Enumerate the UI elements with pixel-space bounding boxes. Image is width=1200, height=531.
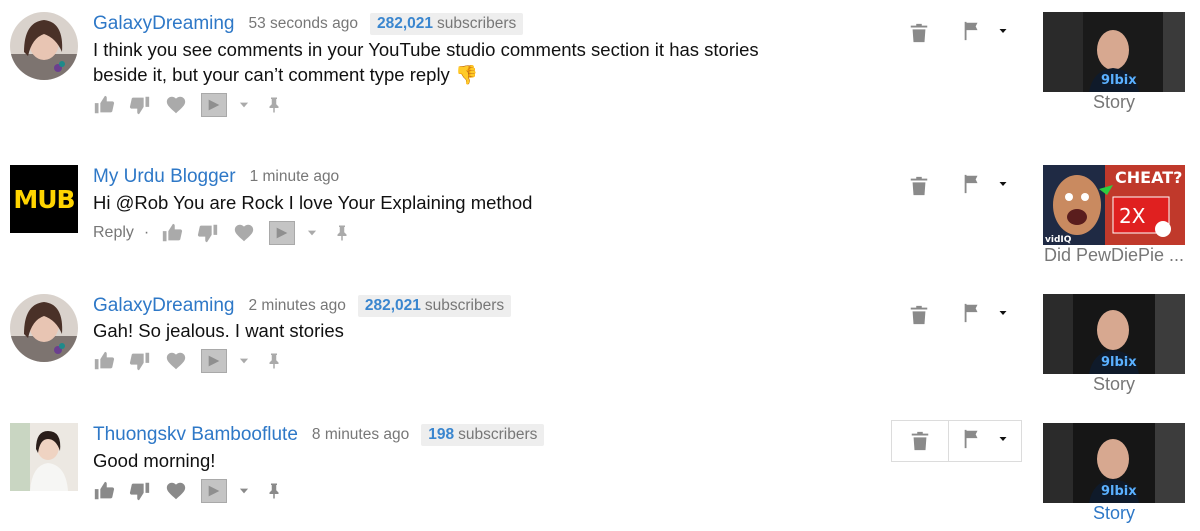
- subscriber-label: subscribers: [458, 426, 538, 443]
- comment-time[interactable]: 1 minute ago: [250, 168, 340, 186]
- flag-menu[interactable]: [947, 12, 1022, 54]
- pin-icon[interactable]: [265, 481, 283, 501]
- subscriber-badge: 282,021 subscribers: [357, 295, 512, 317]
- caret-down-icon[interactable]: [997, 24, 1009, 42]
- heart-icon[interactable]: [165, 350, 187, 372]
- comment-text: Good morning!: [93, 450, 216, 471]
- pin-icon[interactable]: [265, 351, 283, 371]
- subscriber-count: 282,021: [364, 297, 421, 314]
- comment-header: GalaxyDreaming 53 seconds ago 282,021 su…: [93, 12, 524, 36]
- moderation-tools: [891, 12, 1022, 54]
- separator-dot: ·: [143, 224, 150, 241]
- svg-text:9lbix: 9lbix: [1101, 355, 1137, 370]
- comment-actions: [93, 478, 297, 504]
- video-title[interactable]: Story: [1043, 92, 1185, 113]
- flag-menu[interactable]: [947, 294, 1022, 336]
- reply-link[interactable]: Reply: [93, 224, 134, 242]
- comment-item: MUB My Urdu Blogger 1 minute ago Hi @Rob…: [0, 165, 1200, 270]
- flag-menu[interactable]: [947, 165, 1022, 207]
- caret-down-icon[interactable]: [305, 226, 319, 240]
- caret-down-icon[interactable]: [997, 177, 1009, 195]
- svg-text:2X: 2X: [1119, 204, 1146, 228]
- comment-actions: [93, 92, 297, 118]
- comment-header: GalaxyDreaming 2 minutes ago 282,021 sub…: [93, 294, 512, 318]
- thumbs-down-icon[interactable]: [129, 350, 151, 372]
- caret-down-icon[interactable]: [237, 98, 251, 112]
- flag-icon[interactable]: [961, 20, 983, 47]
- author-name[interactable]: My Urdu Blogger: [93, 166, 236, 188]
- avatar[interactable]: [10, 12, 78, 80]
- thumbs-up-icon[interactable]: [93, 480, 115, 502]
- moderation-tools: [891, 294, 1022, 336]
- trash-icon[interactable]: [891, 165, 947, 207]
- comment-text: Gah! So jealous. I want stories: [93, 320, 344, 341]
- comment-time[interactable]: 8 minutes ago: [312, 426, 409, 444]
- avatar[interactable]: [10, 294, 78, 362]
- subscriber-badge: 282,021 subscribers: [369, 13, 524, 35]
- video-thumbnail[interactable]: 9lbix: [1043, 423, 1185, 503]
- vidiq-icon[interactable]: [269, 221, 296, 245]
- heart-icon[interactable]: [165, 480, 187, 502]
- moderation-tools: [891, 420, 1022, 462]
- caret-down-icon[interactable]: [997, 306, 1009, 324]
- author-name[interactable]: GalaxyDreaming: [93, 13, 235, 35]
- comment-header: Thuongskv Bambooflute 8 minutes ago 198 …: [93, 423, 545, 447]
- subscriber-label: subscribers: [436, 15, 517, 32]
- thumbs-up-icon[interactable]: [161, 222, 183, 244]
- flag-icon[interactable]: [961, 302, 983, 329]
- vidiq-icon[interactable]: [201, 479, 227, 503]
- heart-icon[interactable]: [233, 222, 255, 244]
- thumbs-up-icon[interactable]: [93, 350, 115, 372]
- thumbs-down-icon[interactable]: [197, 222, 219, 244]
- svg-text:9lbix: 9lbix: [1101, 73, 1137, 88]
- subscriber-badge: 198 subscribers: [421, 424, 545, 446]
- vidiq-icon[interactable]: [201, 93, 227, 117]
- comment-text: Hi @Rob You are Rock I love Your Explain…: [93, 192, 533, 213]
- subscriber-count: 282,021: [376, 15, 433, 32]
- author-name[interactable]: GalaxyDreaming: [93, 295, 235, 317]
- comment-time[interactable]: 53 seconds ago: [249, 15, 358, 33]
- pin-icon[interactable]: [333, 223, 351, 243]
- comment-item: GalaxyDreaming 2 minutes ago 282,021 sub…: [0, 294, 1200, 399]
- subscriber-label: subscribers: [424, 297, 505, 314]
- trash-icon[interactable]: [892, 421, 949, 461]
- author-name[interactable]: Thuongskv Bambooflute: [93, 424, 298, 446]
- comment-actions: [93, 348, 297, 374]
- video-thumbnail[interactable]: 9lbix: [1043, 12, 1185, 92]
- comment-item: Thuongskv Bambooflute 8 minutes ago 198 …: [0, 420, 1200, 531]
- comment-actions: Reply ·: [93, 220, 365, 246]
- caret-down-icon[interactable]: [237, 354, 251, 368]
- thumbnail-brand: vidIQ: [1045, 235, 1072, 245]
- video-thumbnail[interactable]: 9lbix: [1043, 294, 1185, 374]
- thumbnail-caption: CHEAT?: [1115, 168, 1182, 187]
- svg-text:9lbix: 9lbix: [1101, 484, 1137, 499]
- subscriber-count: 198: [428, 426, 455, 443]
- trash-icon[interactable]: [891, 12, 947, 54]
- video-title[interactable]: Story: [1043, 503, 1185, 524]
- video-title[interactable]: Story: [1043, 374, 1185, 395]
- vidiq-icon[interactable]: [201, 349, 227, 373]
- avatar[interactable]: [10, 423, 78, 491]
- flag-menu[interactable]: [949, 421, 1021, 461]
- thumbs-down-icon[interactable]: [129, 480, 151, 502]
- caret-down-icon[interactable]: [237, 484, 251, 498]
- flag-icon[interactable]: [961, 173, 983, 200]
- thumbs-up-icon[interactable]: [93, 94, 115, 116]
- caret-down-icon[interactable]: [997, 432, 1009, 450]
- video-thumbnail[interactable]: 2X CHEAT? vidIQ: [1043, 165, 1185, 245]
- comment-item: GalaxyDreaming 53 seconds ago 282,021 su…: [0, 12, 1200, 137]
- video-title[interactable]: Did PewDiePie ...: [1043, 245, 1185, 266]
- flag-icon[interactable]: [961, 428, 983, 455]
- moderation-tools: [891, 165, 1022, 207]
- thumbs-down-icon[interactable]: [129, 94, 151, 116]
- avatar[interactable]: MUB: [10, 165, 78, 233]
- comment-time[interactable]: 2 minutes ago: [249, 297, 346, 315]
- avatar-text: MUB: [13, 184, 75, 214]
- pin-icon[interactable]: [265, 95, 283, 115]
- trash-icon[interactable]: [891, 294, 947, 336]
- comment-header: My Urdu Blogger 1 minute ago: [93, 165, 339, 189]
- heart-icon[interactable]: [165, 94, 187, 116]
- comment-text: I think you see comments in your YouTube…: [93, 39, 759, 85]
